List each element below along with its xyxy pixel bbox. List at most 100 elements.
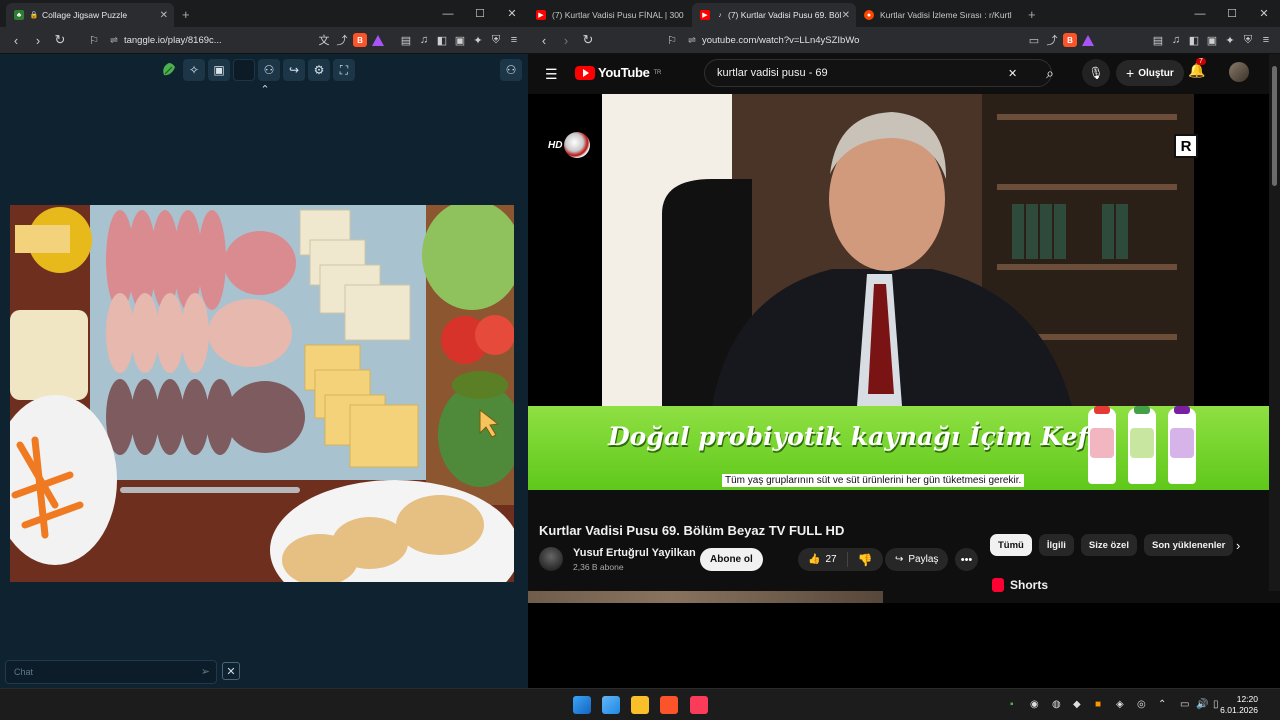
- site-info-icon[interactable]: ⇌: [688, 35, 696, 46]
- dislike-button[interactable]: 👎: [848, 553, 883, 567]
- fullscreen-icon[interactable]: ⛶: [333, 59, 355, 81]
- menu-icon[interactable]: ≡: [1258, 32, 1274, 48]
- youtube-logo[interactable]: YouTube TR: [575, 65, 661, 80]
- tab-reddit[interactable]: ● Kurtlar Vadisi İzleme Sırası : r/Kurtl…: [856, 3, 1020, 27]
- maximize-button[interactable]: ☐: [1216, 7, 1248, 20]
- settings-icon[interactable]: ⚙: [308, 59, 330, 81]
- close-tab-icon[interactable]: ✕: [842, 10, 850, 21]
- users-icon[interactable]: ⚇: [258, 59, 280, 81]
- brave-browser-icon[interactable]: [660, 696, 678, 714]
- create-button[interactable]: + Oluştur: [1116, 60, 1184, 86]
- players-icon[interactable]: ⚇: [500, 59, 522, 81]
- new-tab-button[interactable]: +: [174, 7, 198, 27]
- scrollbar-thumb[interactable]: [1272, 66, 1277, 186]
- chevron-right-icon[interactable]: ›: [1236, 538, 1240, 553]
- chip-all[interactable]: Tümü: [990, 534, 1032, 556]
- channel-avatar[interactable]: [539, 547, 563, 571]
- puzzle-piece-icon[interactable]: ✧: [183, 59, 205, 81]
- leo-icon[interactable]: ✦: [1222, 32, 1238, 48]
- account-avatar[interactable]: [1229, 62, 1249, 82]
- like-button[interactable]: 👍 27: [798, 552, 848, 567]
- image-preview-icon[interactable]: ▣: [208, 59, 230, 81]
- search-icon[interactable]: ⌕: [1032, 59, 1068, 87]
- tab-collage-jigsaw[interactable]: ♣ 🔒 Collage Jigsaw Puzzle ✕: [6, 3, 174, 27]
- leo-icon[interactable]: ✦: [470, 32, 486, 48]
- sidebar-icon[interactable]: ◧: [434, 32, 450, 48]
- media-icon[interactable]: ♫: [416, 32, 432, 48]
- chip-related[interactable]: İlgili: [1038, 534, 1074, 556]
- tray-app-icon[interactable]: ■: [1095, 699, 1101, 710]
- tray-app-icon[interactable]: ▪: [1010, 699, 1014, 710]
- minimize-button[interactable]: —: [1184, 8, 1216, 20]
- share-icon[interactable]: ↪: [283, 59, 305, 81]
- tab-youtube-69[interactable]: ▶ ♪ (7) Kurtlar Vadisi Pusu 69. Böl ✕: [692, 3, 856, 27]
- seek-preview-strip[interactable]: [528, 591, 883, 603]
- brave-shields-icon[interactable]: B: [352, 32, 368, 48]
- url-field[interactable]: ⇌ tanggle.io/play/8169c...: [106, 30, 314, 50]
- tray-app-icon[interactable]: ◈: [1116, 699, 1124, 710]
- chip-recent[interactable]: Son yüklenenler: [1143, 534, 1234, 556]
- speaker-icon[interactable]: ♪: [716, 10, 724, 20]
- tab-youtube-final[interactable]: ▶ (7) Kurtlar Vadisi Pusu FİNAL | 300. B: [528, 3, 692, 27]
- vpn-icon[interactable]: ⛨: [488, 32, 504, 48]
- forward-button[interactable]: ›: [28, 30, 48, 50]
- hamburger-menu-icon[interactable]: ☰: [545, 66, 558, 83]
- tanggle-logo-icon[interactable]: [158, 59, 180, 81]
- cast-icon[interactable]: ▭: [1026, 32, 1042, 48]
- send-icon[interactable]: ➢: [201, 665, 210, 678]
- clock[interactable]: 12:20 6.01.2026: [1220, 694, 1258, 716]
- search-input[interactable]: kurtlar vadisi pusu - 69: [704, 59, 1052, 87]
- share-button[interactable]: ↪ Paylaş: [885, 548, 949, 571]
- back-button[interactable]: ‹: [6, 30, 26, 50]
- chat-input[interactable]: Chat ➢: [5, 660, 217, 684]
- close-window-button[interactable]: ✕: [496, 7, 528, 20]
- music-app-icon[interactable]: [690, 696, 708, 714]
- tray-app-icon[interactable]: ◎: [1137, 699, 1146, 710]
- microphone-icon[interactable]: 🎙: [1082, 59, 1110, 87]
- new-tab-button[interactable]: +: [1020, 7, 1044, 27]
- tray-app-icon[interactable]: ◉: [1030, 699, 1039, 710]
- bookmark-icon[interactable]: ⚐: [662, 30, 682, 50]
- back-button[interactable]: ‹: [534, 30, 554, 50]
- translate-icon[interactable]: 文: [316, 32, 332, 48]
- channel-name[interactable]: Yusuf Ertuğrul Yayilkan: [573, 547, 696, 559]
- network-icon[interactable]: ▭: [1180, 699, 1189, 710]
- start-button-icon[interactable]: [573, 696, 591, 714]
- box-icon[interactable]: [233, 59, 255, 81]
- sidebar-icon[interactable]: ◧: [1186, 32, 1202, 48]
- notifications-bell-icon[interactable]: 🔔 7: [1188, 58, 1206, 79]
- minimize-button[interactable]: —: [432, 8, 464, 20]
- clear-search-icon[interactable]: ✕: [1008, 59, 1028, 87]
- wallet-icon[interactable]: ▣: [1204, 32, 1220, 48]
- close-tab-icon[interactable]: ✕: [160, 10, 168, 21]
- reload-button[interactable]: ↻: [578, 30, 598, 50]
- video-player[interactable]: HD R Doğal probiyotik kaynağı İçim Kefir…: [528, 94, 1269, 490]
- brave-rewards-icon[interactable]: [1080, 32, 1096, 48]
- collapse-chevron-icon[interactable]: ⌃: [255, 83, 275, 96]
- battery-icon[interactable]: ▯: [1213, 699, 1219, 710]
- share-page-icon[interactable]: ⤴: [1044, 32, 1060, 48]
- chip-for-you[interactable]: Size özel: [1080, 534, 1137, 556]
- close-chat-icon[interactable]: ✕: [222, 662, 240, 680]
- wallet-icon[interactable]: ▣: [452, 32, 468, 48]
- brave-shields-icon[interactable]: B: [1062, 32, 1078, 48]
- tray-app-icon[interactable]: ◆: [1073, 699, 1081, 710]
- tray-app-icon[interactable]: ⌃: [1158, 699, 1166, 710]
- tray-app-icon[interactable]: ◍: [1052, 699, 1061, 710]
- reader-mode-icon[interactable]: ▤: [398, 32, 414, 48]
- forward-button[interactable]: ›: [556, 30, 576, 50]
- media-icon[interactable]: ♫: [1168, 32, 1184, 48]
- vpn-icon[interactable]: ⛨: [1240, 32, 1256, 48]
- close-window-button[interactable]: ✕: [1248, 7, 1280, 20]
- maximize-button[interactable]: ☐: [464, 7, 496, 20]
- url-field[interactable]: ⇌ youtube.com/watch?v=LLn4ySZIbWo: [684, 30, 1024, 50]
- reader-mode-icon[interactable]: ▤: [1150, 32, 1166, 48]
- volume-icon[interactable]: 🔊: [1196, 699, 1208, 710]
- more-actions-icon[interactable]: •••: [955, 548, 978, 571]
- share-page-icon[interactable]: ⤴: [334, 32, 350, 48]
- menu-icon[interactable]: ≡: [506, 32, 522, 48]
- reload-button[interactable]: ↻: [50, 30, 70, 50]
- subscribe-button[interactable]: Abone ol: [700, 548, 763, 571]
- brave-rewards-icon[interactable]: [370, 32, 386, 48]
- photos-app-icon[interactable]: [602, 696, 620, 714]
